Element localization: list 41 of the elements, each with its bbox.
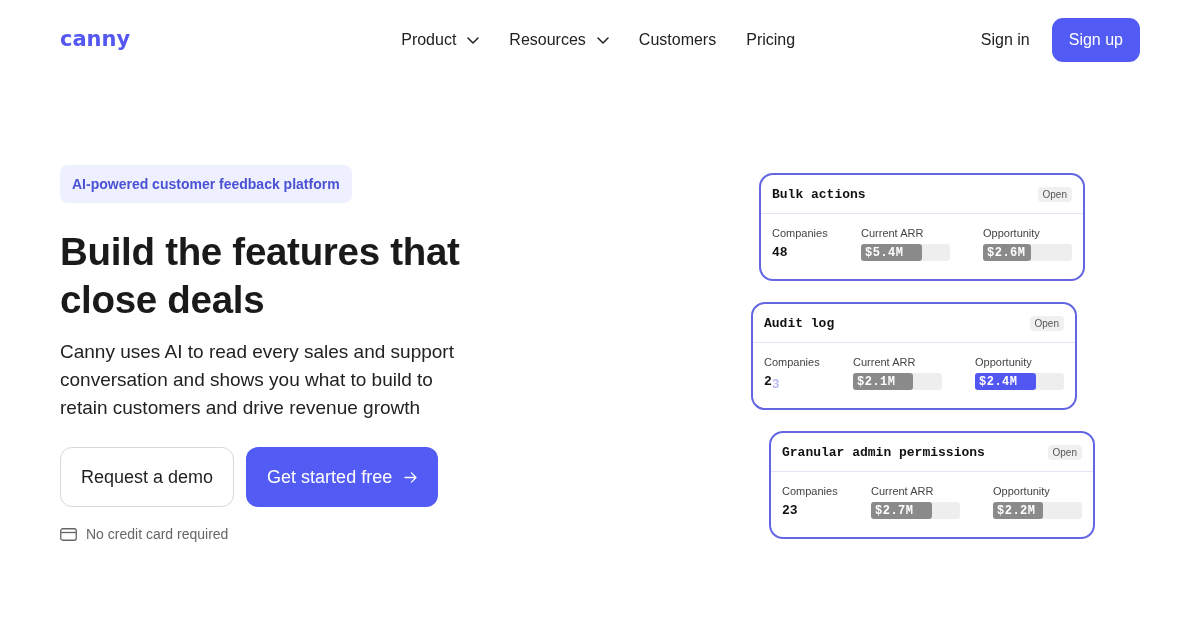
tagline-badge: AI-powered customer feedback platform — [60, 165, 352, 203]
status-tag: Open — [1047, 444, 1082, 460]
companies-count: 23 — [764, 373, 780, 390]
companies-count: 48 — [772, 244, 788, 261]
status-tag: Open — [1029, 315, 1064, 331]
sign-in-link[interactable]: Sign in — [980, 31, 1030, 49]
metric-bar-fill: $2.4M — [975, 373, 1037, 390]
no-credit-card-note: No credit card required — [86, 526, 229, 542]
chevron-down-icon — [596, 36, 609, 44]
metric-label: Companies — [782, 485, 838, 498]
credit-card-icon — [60, 527, 77, 541]
card-title: Bulk actions — [772, 186, 866, 202]
nav-link[interactable]: Pricing — [746, 31, 796, 49]
metric-label: Current ARR — [871, 485, 934, 498]
metric-label: Companies — [772, 227, 828, 240]
metric-bar-fill: $2.1M — [853, 373, 913, 390]
metric-label: Current ARR — [861, 227, 924, 240]
card-title: Granular admin permissions — [782, 444, 985, 460]
metric-bar-fill: $2.2M — [993, 502, 1043, 519]
metric-bar-fill: $2.7M — [871, 502, 932, 519]
get-started-button[interactable]: Get started free — [246, 447, 439, 507]
metric-label: Opportunity — [993, 485, 1050, 498]
nav-link[interactable]: Customers — [638, 31, 717, 49]
metric-bar-fill: $5.4M — [861, 244, 922, 261]
request-demo-button[interactable]: Request a demo — [60, 447, 235, 507]
card-title: Audit log — [764, 315, 835, 331]
nav-link[interactable]: Product — [401, 31, 480, 49]
metric-label: Companies — [764, 356, 820, 369]
metric-label: Opportunity — [975, 356, 1032, 369]
hero-description: Canny uses AI to read every sales and support conversation and shows you what to build to retain customers and drive revenue growth — [60, 340, 455, 420]
metric-label: Current ARR — [853, 356, 916, 369]
sign-up-button[interactable]: Sign up — [1051, 18, 1140, 62]
arrow-right-icon — [404, 471, 418, 483]
metric-bar-fill: $2.6M — [983, 244, 1032, 261]
logo-wordmark[interactable]: canny — [60, 27, 131, 51]
status-tag: Open — [1037, 186, 1072, 202]
chevron-down-icon — [467, 36, 480, 44]
nav-link[interactable]: Resources — [509, 31, 609, 49]
companies-count: 23 — [782, 502, 798, 519]
metric-label: Opportunity — [983, 227, 1040, 240]
hero-heading: Build the features that close deals — [60, 229, 461, 323]
